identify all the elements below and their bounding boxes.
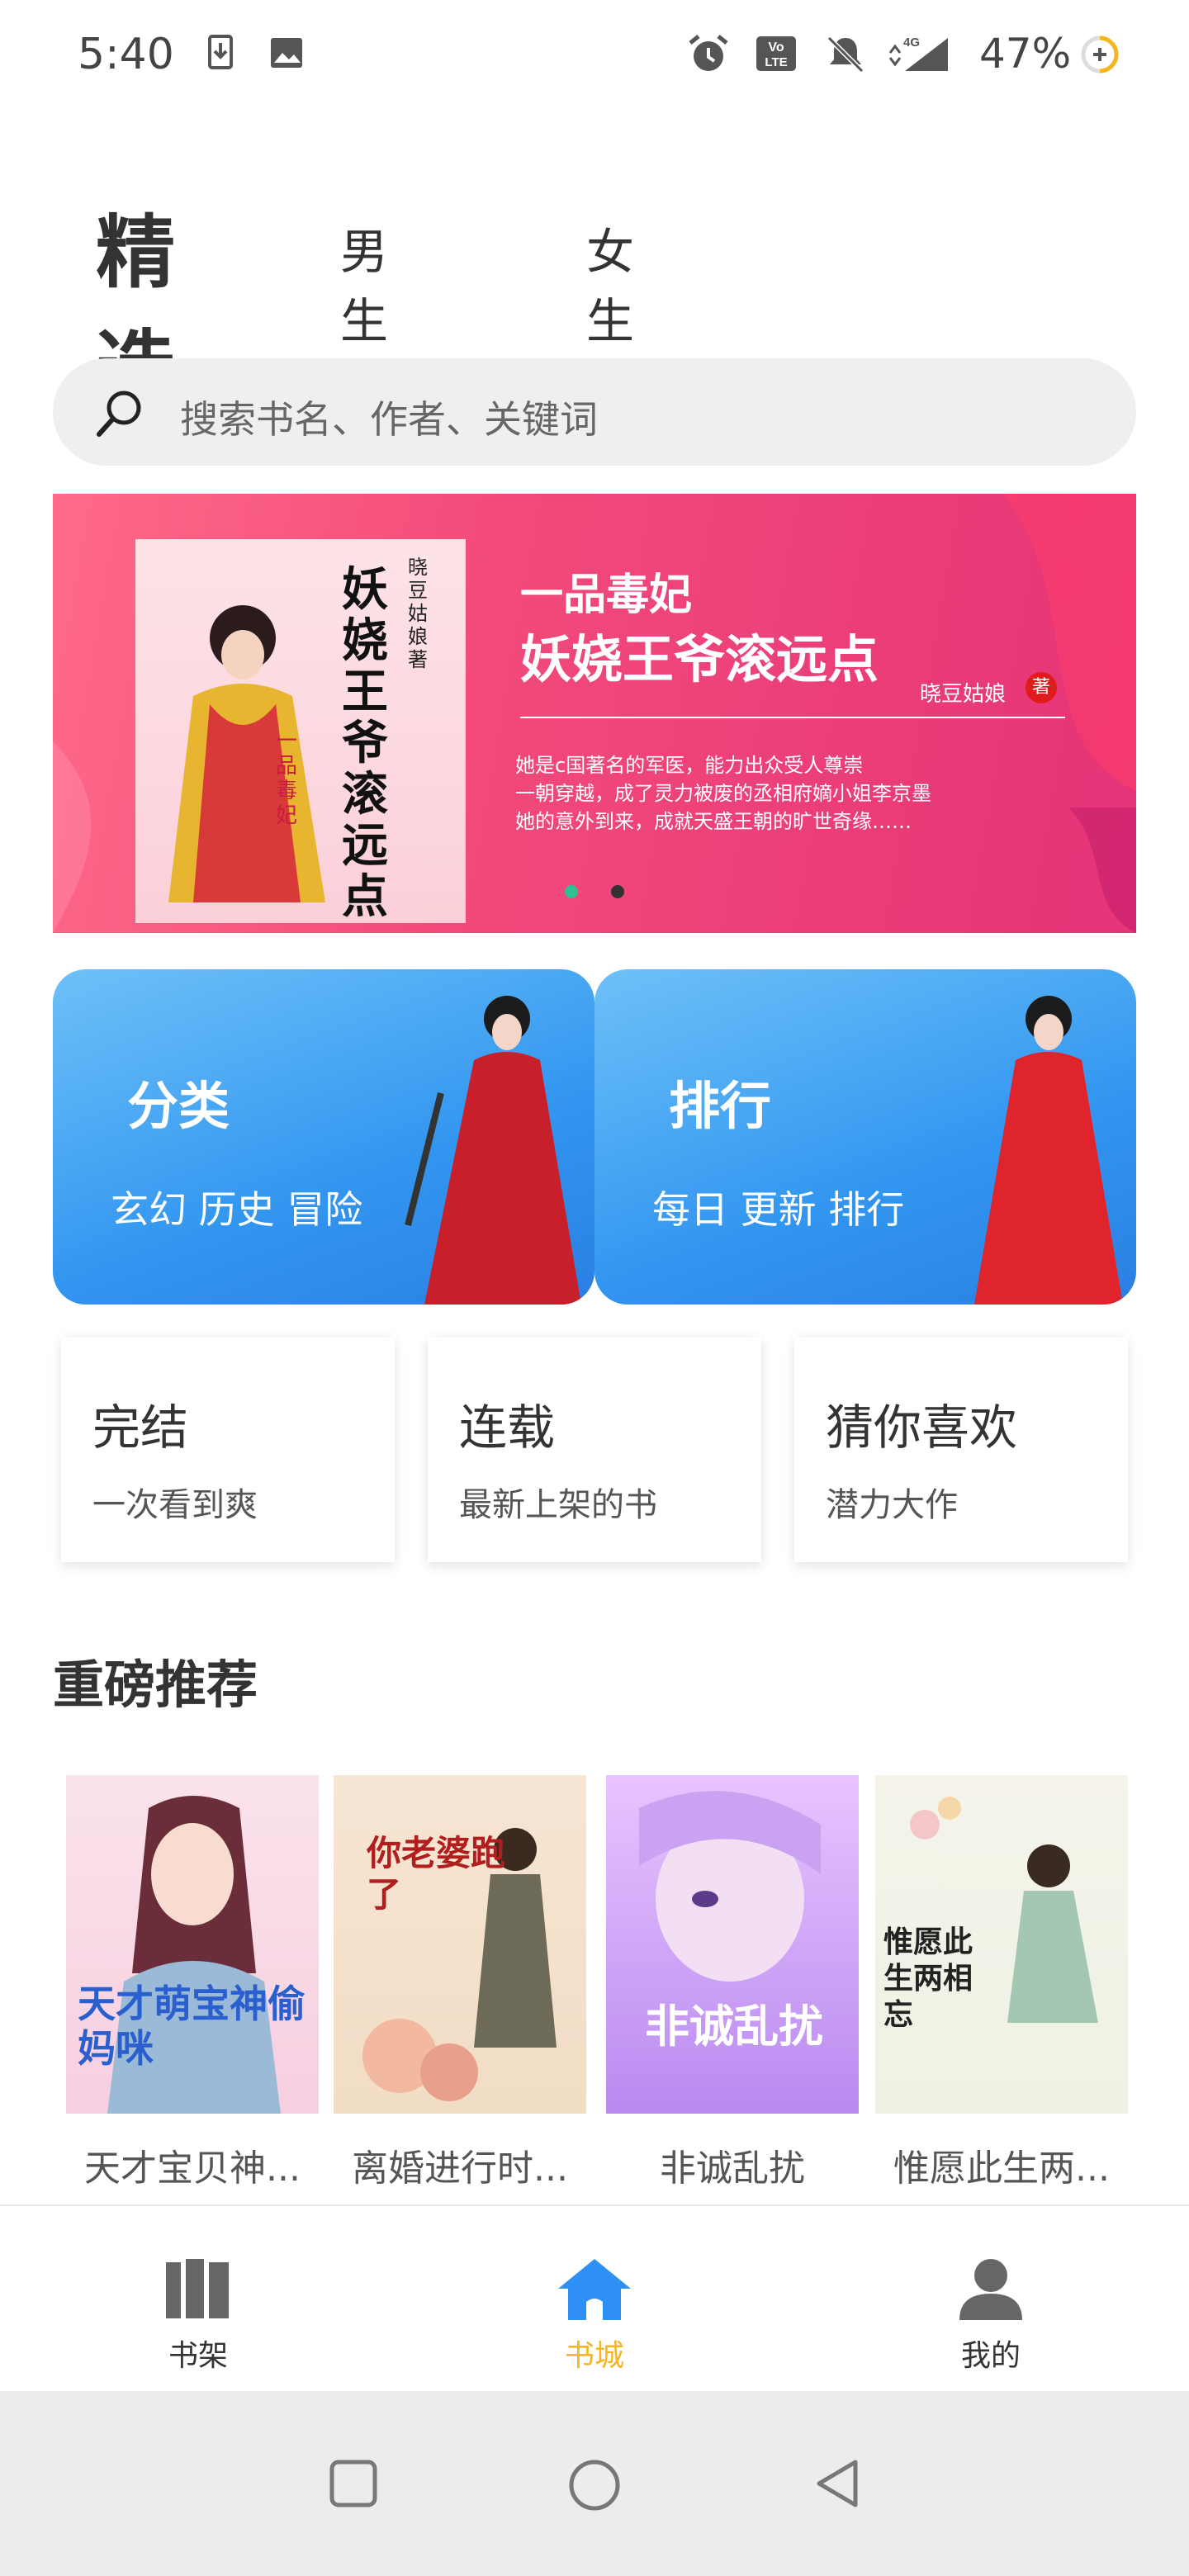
tile-title: 连载 bbox=[459, 1399, 556, 1456]
mute-notifications-icon bbox=[827, 36, 865, 73]
ranking-card-title: 排行 bbox=[669, 1076, 772, 1136]
tile-subtitle: 最新上架的书 bbox=[459, 1486, 657, 1524]
book-cover-text: 天才萌宝神偷妈咪 bbox=[78, 1982, 306, 2071]
tile-title: 完结 bbox=[92, 1399, 189, 1456]
search-placeholder: 搜索书名、作者、关键词 bbox=[180, 397, 598, 442]
system-navigation-bar bbox=[0, 2391, 1189, 2576]
recent-apps-icon[interactable] bbox=[327, 2457, 380, 2510]
cover-title: 妖娆王爷滚远点 bbox=[342, 562, 388, 924]
image-notification-icon bbox=[271, 38, 302, 68]
search-icon bbox=[97, 391, 141, 437]
banner-dot-2[interactable] bbox=[611, 885, 624, 898]
ranking-card-subtitle: 每日 更新 排行 bbox=[652, 1187, 905, 1232]
download-notification-icon bbox=[208, 35, 233, 69]
bookshelf-icon bbox=[166, 2259, 229, 2318]
book-cover-4[interactable]: 惟愿此生两相忘 bbox=[875, 1775, 1128, 2114]
back-icon[interactable] bbox=[811, 2457, 864, 2510]
book-title-4[interactable]: 惟愿此生两... bbox=[865, 2138, 1138, 2191]
category-card-subtitle: 玄幻 历史 冒险 bbox=[111, 1187, 363, 1232]
status-time: 5:40 bbox=[78, 30, 174, 79]
nav-label: 书城 bbox=[564, 2339, 624, 2373]
person-icon bbox=[959, 2259, 1022, 2320]
book-title-2[interactable]: 离婚进行时... bbox=[324, 2138, 596, 2191]
book-cover-1[interactable]: 天才萌宝神偷妈咪 bbox=[66, 1775, 319, 2114]
completed-tile[interactable]: 完结 一次看到爽 bbox=[61, 1338, 395, 1562]
book-cover-illustration bbox=[362, 1828, 557, 2101]
promo-banner[interactable]: 妖娆王爷滚远点 晓豆姑娘著 一品毒妃 一品毒妃 妖娆王爷滚远点 晓豆姑娘 著 她… bbox=[53, 494, 1136, 933]
category-card-title: 分类 bbox=[127, 1076, 230, 1136]
book-title-1[interactable]: 天才宝贝神... bbox=[56, 2138, 329, 2191]
book-cover-2[interactable]: 你老婆跑了 bbox=[334, 1775, 586, 2114]
serializing-tile[interactable]: 连载 最新上架的书 bbox=[428, 1338, 761, 1562]
search-bar[interactable]: 搜索书名、作者、关键词 bbox=[53, 358, 1136, 466]
nav-label: 书架 bbox=[168, 2339, 228, 2373]
banner-title-line1: 一品毒妃 bbox=[520, 571, 693, 620]
card-figure-illustration bbox=[974, 996, 1123, 1305]
home-button-icon[interactable] bbox=[566, 2457, 623, 2513]
banner-title-line2: 妖娆王爷滚远点 bbox=[520, 629, 879, 689]
svg-text:Vo: Vo bbox=[768, 40, 784, 54]
nav-bookstore[interactable]: 书城 bbox=[512, 2256, 677, 2375]
author-badge: 著 bbox=[1026, 672, 1057, 703]
category-card[interactable]: 分类 玄幻 历史 冒险 bbox=[53, 969, 594, 1305]
book-cover-text: 非诚乱扰 bbox=[645, 2001, 823, 2053]
nav-mine[interactable]: 我的 bbox=[908, 2256, 1073, 2375]
book-cover-illustration bbox=[639, 1791, 821, 1982]
banner-author: 晓豆姑娘 bbox=[920, 682, 1007, 707]
status-bar: 5:40 Vo LTE 4G 47% bbox=[0, 0, 1189, 116]
volte-icon: Vo LTE bbox=[756, 36, 796, 71]
home-icon bbox=[558, 2259, 631, 2320]
cover-author: 晓豆姑娘著 bbox=[408, 556, 428, 671]
signal-4g-icon: 4G bbox=[888, 36, 948, 71]
nav-label: 我的 bbox=[960, 2339, 1021, 2373]
card-figure-illustration bbox=[405, 996, 581, 1305]
nav-bookshelf[interactable]: 书架 bbox=[116, 2256, 281, 2375]
banner-book-cover: 妖娆王爷滚远点 晓豆姑娘著 一品毒妃 bbox=[135, 539, 466, 923]
banner-blurb: 她是c国著名的军医，能力出众受人尊崇 一朝穿越，成了灵力被废的丞相府嫡小姐李京墨… bbox=[515, 754, 931, 833]
tab-female[interactable]: 女生 bbox=[586, 213, 634, 352]
tile-subtitle: 潜力大作 bbox=[826, 1486, 958, 1524]
banner-divider bbox=[520, 717, 1065, 718]
cover-subtitle: 一品毒妃 bbox=[276, 729, 298, 828]
battery-icon bbox=[1081, 36, 1119, 73]
book-title-3[interactable]: 非诚乱扰 bbox=[596, 2138, 869, 2191]
ranking-card[interactable]: 排行 每日 更新 排行 bbox=[594, 969, 1136, 1305]
tab-male[interactable]: 男生 bbox=[340, 213, 388, 352]
book-cover-3[interactable]: 非诚乱扰 bbox=[606, 1775, 859, 2114]
banner-dot-1[interactable] bbox=[565, 885, 578, 898]
recommend-section-title: 重磅推荐 bbox=[53, 1655, 258, 1715]
alarm-icon bbox=[689, 35, 728, 71]
guess-you-like-tile[interactable]: 猜你喜欢 潜力大作 bbox=[794, 1338, 1128, 1562]
tile-title: 猜你喜欢 bbox=[826, 1399, 1018, 1456]
battery-percentage: 47% bbox=[979, 30, 1072, 78]
book-cover-text: 惟愿此生两相忘 bbox=[883, 1925, 973, 2032]
bottom-navigation: 书架 书城 我的 bbox=[0, 2204, 1189, 2393]
svg-text:LTE: LTE bbox=[765, 55, 787, 69]
tile-subtitle: 一次看到爽 bbox=[92, 1486, 258, 1524]
svg-text:4G: 4G bbox=[903, 36, 920, 50]
book-cover-text: 你老婆跑了 bbox=[367, 1833, 506, 1915]
